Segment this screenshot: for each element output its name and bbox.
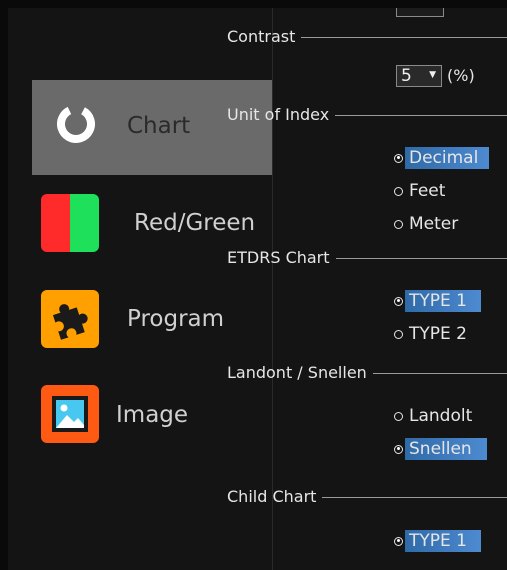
radio-unchecked-icon	[394, 219, 403, 229]
option-label: Feet	[409, 181, 446, 201]
section-rule	[301, 36, 507, 38]
chart-ring-icon	[52, 100, 100, 148]
radio-snellen[interactable]: Snellen	[394, 437, 487, 461]
section-title-landolt-snellen: Landont / Snellen	[227, 363, 367, 382]
section-rule	[372, 372, 507, 374]
partial-control	[396, 8, 444, 17]
sidebar-item-chart[interactable]: Chart	[32, 80, 272, 175]
image-icon	[41, 385, 99, 443]
radio-checked-icon	[394, 296, 403, 306]
section-title-etdrs-chart: ETDRS Chart	[227, 248, 330, 267]
red-green-icon	[41, 194, 99, 252]
radio-unchecked-icon	[394, 329, 403, 339]
radio-landolt[interactable]: Landolt	[394, 404, 482, 428]
section-title-contrast: Contrast	[227, 27, 296, 46]
section-etdrs-chart: ETDRS Chart	[227, 248, 507, 268]
radio-decimal[interactable]: Decimal	[394, 146, 489, 170]
radio-unchecked-icon	[394, 186, 403, 196]
option-label: Decimal	[405, 147, 489, 169]
radio-feet[interactable]: Feet	[394, 179, 455, 203]
section-contrast: Contrast	[227, 27, 507, 47]
window: Chart Red/Green Program Image Contrast 5…	[8, 8, 507, 570]
option-label: Landolt	[409, 406, 473, 426]
sidebar-item-image[interactable]: Image	[32, 384, 272, 452]
radio-child-type-1[interactable]: TYPE 1	[394, 529, 481, 553]
section-rule	[335, 114, 507, 116]
section-rule	[335, 257, 507, 259]
radio-unchecked-icon	[394, 411, 403, 421]
section-child-chart: Child Chart	[227, 487, 507, 507]
option-label: TYPE 1	[405, 290, 481, 312]
radio-meter[interactable]: Meter	[394, 212, 468, 236]
radio-checked-icon	[394, 444, 403, 454]
contrast-value: 5	[401, 66, 412, 86]
radio-etdrs-type-2[interactable]: TYPE 2	[394, 322, 477, 346]
contrast-unit: (%)	[447, 66, 475, 85]
contrast-select[interactable]: 5 ▼	[396, 65, 442, 87]
option-label: Meter	[409, 214, 459, 234]
option-label: TYPE 2	[409, 324, 467, 344]
puzzle-icon	[41, 290, 99, 348]
panel-divider	[272, 8, 273, 570]
chevron-down-icon: ▼	[429, 70, 436, 80]
section-title-unit-of-index: Unit of Index	[227, 105, 330, 124]
sidebar-item-label: Chart	[127, 113, 191, 139]
option-label: TYPE 1	[405, 530, 481, 552]
section-rule	[322, 496, 507, 498]
section-unit-of-index: Unit of Index	[227, 105, 507, 125]
radio-checked-icon	[394, 536, 403, 546]
radio-etdrs-type-1[interactable]: TYPE 1	[394, 289, 481, 313]
sidebar: Chart Red/Green Program Image	[8, 8, 272, 570]
section-title-child-chart: Child Chart	[227, 487, 317, 506]
sidebar-item-label: Image	[116, 402, 189, 428]
sidebar-item-label: Red/Green	[134, 210, 256, 236]
sidebar-item-program[interactable]: Program	[32, 288, 272, 356]
radio-checked-icon	[394, 153, 403, 163]
section-landolt-snellen: Landont / Snellen	[227, 363, 507, 383]
sidebar-item-label: Program	[127, 306, 225, 332]
option-label: Snellen	[405, 438, 487, 460]
